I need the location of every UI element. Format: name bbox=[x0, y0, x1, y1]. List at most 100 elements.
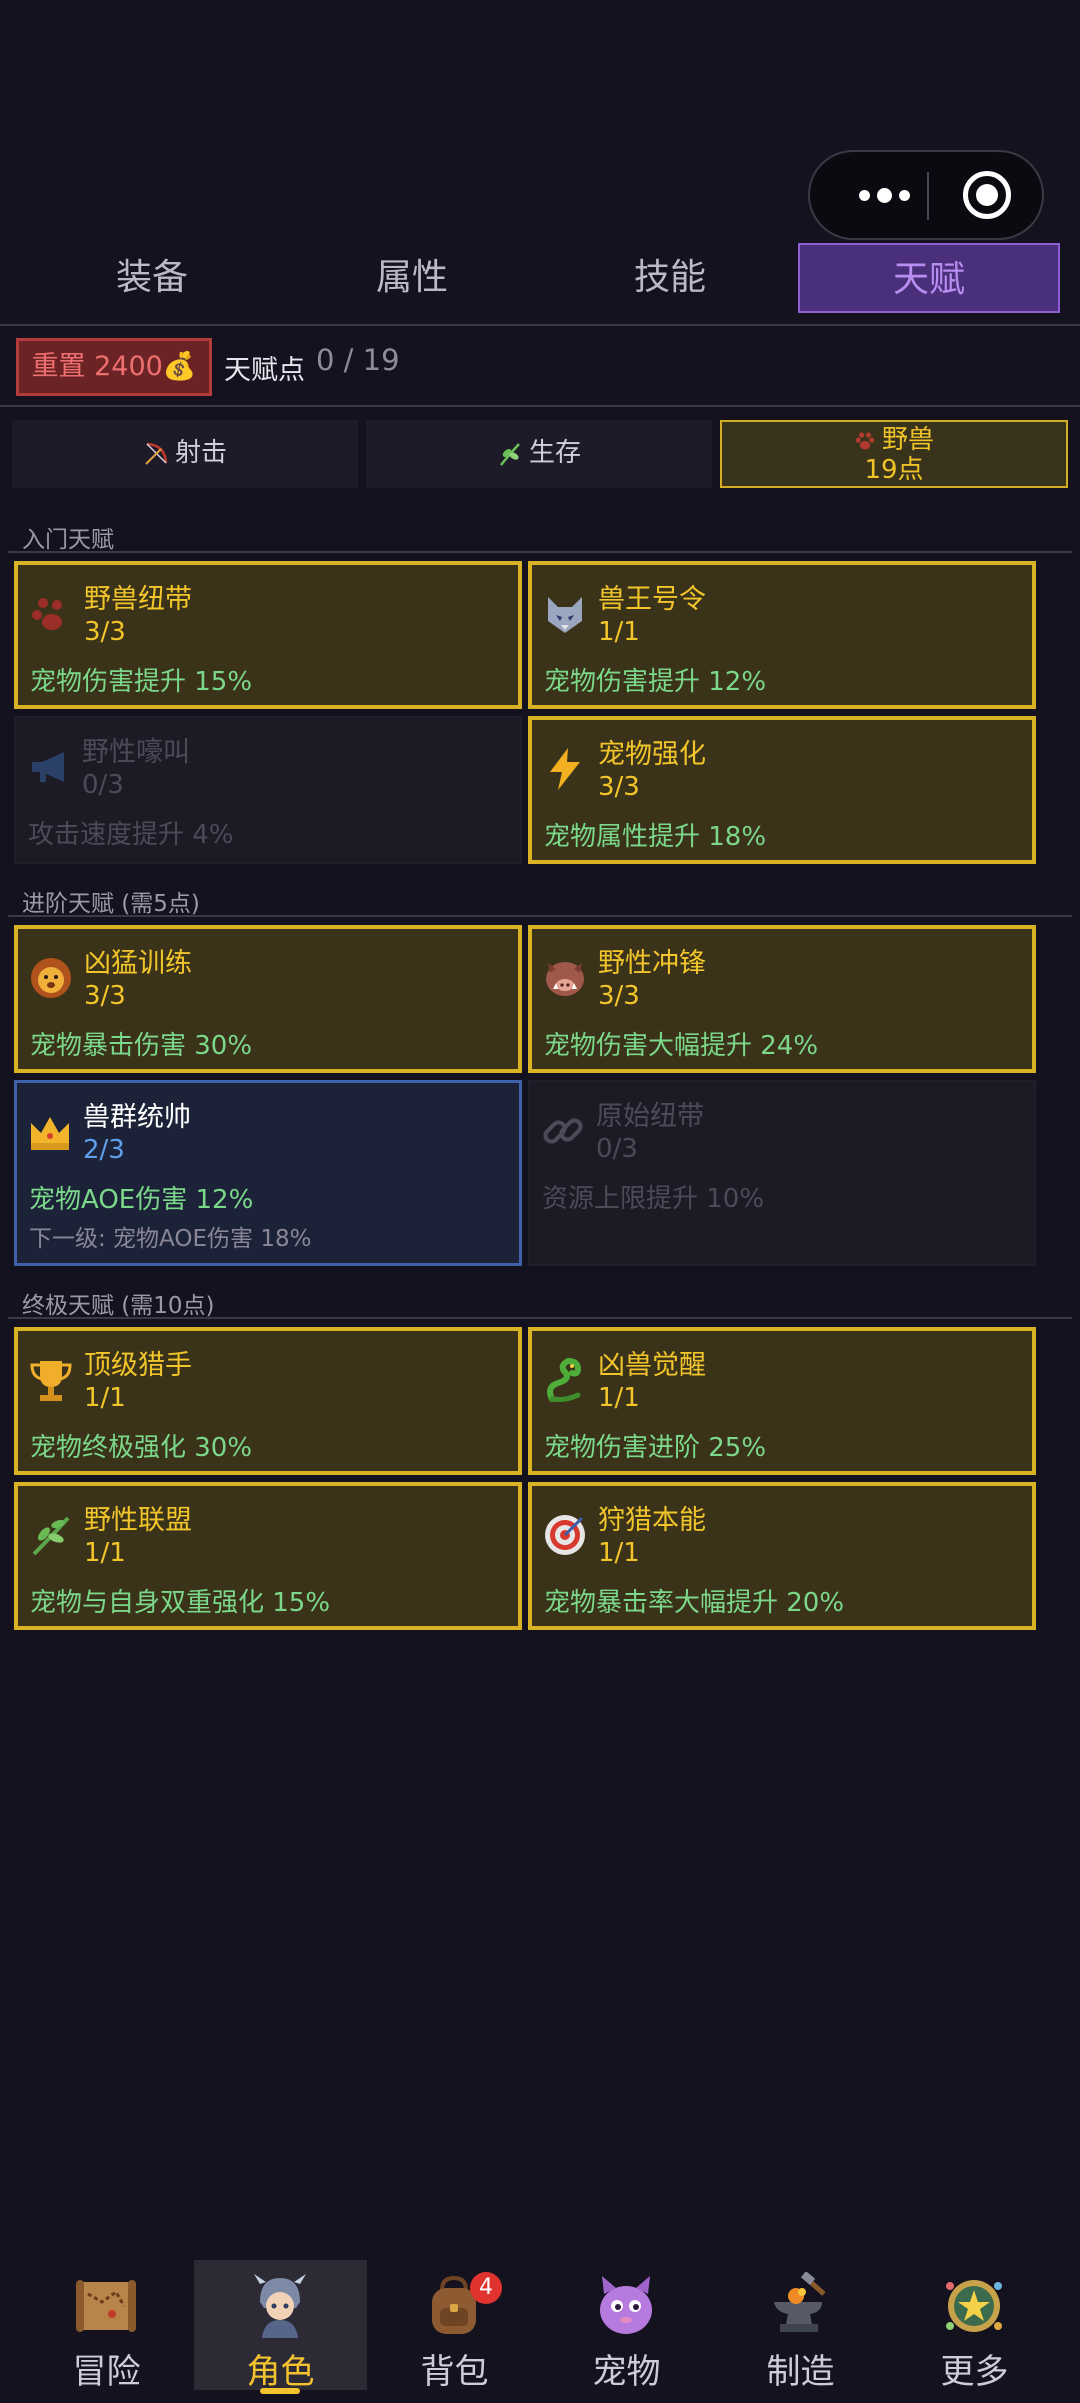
nav-label: 冒险 bbox=[72, 2352, 141, 2392]
talent-card-pet-boost[interactable]: 宠物强化 3/3 宠物属性提升 18% bbox=[528, 716, 1036, 864]
close-target-icon[interactable] bbox=[963, 171, 1011, 219]
anvil-icon bbox=[774, 2272, 826, 2332]
paw-icon bbox=[32, 598, 62, 630]
subtab-beast-points: 19点 bbox=[864, 455, 924, 485]
talent-desc: 宠物伤害大幅提升 24% bbox=[544, 1031, 819, 1061]
section-title-advanced: 进阶天赋 (需5点) bbox=[22, 891, 200, 917]
talent-desc: 宠物终极强化 30% bbox=[30, 1433, 253, 1463]
talent-card-beast-king[interactable]: 兽王号令 1/1 宠物伤害提升 12% bbox=[528, 561, 1036, 709]
nav-bag[interactable]: 4 背包 bbox=[368, 2260, 541, 2392]
talent-name: 凶兽觉醒 bbox=[598, 1350, 706, 1381]
subtab-shoot-label: 射击 bbox=[174, 438, 227, 468]
talent-points-label: 天赋点 bbox=[224, 355, 305, 386]
trophy-icon bbox=[30, 1361, 72, 1401]
subtab-beast[interactable]: 野兽 19点 bbox=[720, 420, 1068, 488]
wolf-icon bbox=[548, 597, 582, 633]
talent-name: 兽王号令 bbox=[598, 584, 706, 615]
capsule-divider bbox=[927, 172, 929, 220]
talent-card-fierce-training[interactable]: 凶猛训练 3/3 宠物暴击伤害 30% bbox=[14, 925, 522, 1073]
talent-name: 宠物强化 bbox=[598, 739, 706, 770]
talent-level: 1/1 bbox=[598, 1538, 640, 1568]
talent-level: 0/3 bbox=[596, 1134, 638, 1164]
dragon-icon bbox=[547, 1357, 582, 1402]
talent-desc: 宠物暴击伤害 30% bbox=[30, 1031, 253, 1061]
target-icon bbox=[545, 1515, 585, 1555]
talent-desc: 资源上限提升 10% bbox=[542, 1184, 765, 1214]
talent-level: 1/1 bbox=[598, 1383, 640, 1413]
map-scroll-icon bbox=[76, 2280, 136, 2332]
nav-more[interactable]: 更多 bbox=[888, 2260, 1061, 2392]
talent-name: 兽群统帅 bbox=[83, 1102, 191, 1133]
nav-adventure[interactable]: 冒险 bbox=[20, 2260, 193, 2392]
talent-name: 狩猎本能 bbox=[598, 1505, 706, 1536]
talent-card-wild-howl[interactable]: 野性嚎叫 0/3 攻击速度提升 4% bbox=[14, 716, 522, 864]
nav-label: 角色 bbox=[246, 2352, 315, 2392]
herb-icon bbox=[32, 1516, 70, 1556]
talent-desc: 宠物属性提升 18% bbox=[544, 822, 767, 852]
talent-card-wild-alliance[interactable]: 野性联盟 1/1 宠物与自身双重强化 15% bbox=[14, 1482, 522, 1630]
section-title-basic: 入门天赋 bbox=[22, 527, 114, 553]
tab-skills[interactable]: 技能 bbox=[556, 243, 784, 313]
active-indicator bbox=[260, 2388, 300, 2394]
talent-level: 1/1 bbox=[84, 1383, 126, 1413]
lightning-icon bbox=[550, 748, 580, 790]
subtab-beast-label: 野兽 bbox=[881, 425, 934, 455]
more-dots-icon[interactable] bbox=[844, 152, 924, 238]
nav-label: 宠物 bbox=[592, 2352, 661, 2392]
talent-name: 凶猛训练 bbox=[84, 948, 192, 979]
talent-level: 0/3 bbox=[82, 770, 124, 800]
talent-card-beast-bond[interactable]: 野兽纽带 3/3 宠物伤害提升 15% bbox=[14, 561, 522, 709]
talent-card-wild-charge[interactable]: 野性冲锋 3/3 宠物伤害大幅提升 24% bbox=[528, 925, 1036, 1073]
paw-icon bbox=[855, 432, 875, 449]
nav-label: 背包 bbox=[420, 2352, 489, 2392]
talent-card-pack-leader[interactable]: 兽群统帅 2/3 宠物AOE伤害 12% 下一级: 宠物AOE伤害 18% bbox=[14, 1080, 522, 1266]
nav-pet[interactable]: 宠物 bbox=[540, 2260, 713, 2392]
bottom-navigation: 冒险 角色 4 背包 宠物 制造 更多 bbox=[0, 2250, 1080, 2403]
talent-desc: 宠物伤害提升 15% bbox=[30, 667, 253, 697]
talent-desc: 攻击速度提升 4% bbox=[28, 820, 234, 850]
talent-name: 野兽纽带 bbox=[84, 584, 192, 615]
chain-icon bbox=[543, 1118, 583, 1144]
talent-name: 野性嚎叫 bbox=[82, 737, 190, 768]
talent-desc: 宠物伤害提升 12% bbox=[544, 667, 767, 697]
tab-talents[interactable]: 天赋 bbox=[798, 243, 1060, 313]
talent-level: 3/3 bbox=[84, 617, 126, 647]
section-divider bbox=[8, 915, 1072, 917]
tab-attributes[interactable]: 属性 bbox=[298, 243, 526, 313]
talent-points-value: 0 / 19 bbox=[316, 343, 400, 377]
talent-name: 野性冲锋 bbox=[598, 948, 706, 979]
tabs-divider bbox=[0, 324, 1080, 326]
miniprogram-capsule bbox=[808, 150, 1044, 240]
nav-label: 制造 bbox=[766, 2352, 835, 2392]
talent-level: 2/3 bbox=[83, 1135, 125, 1165]
bow-icon bbox=[145, 442, 168, 465]
nav-character[interactable]: 角色 bbox=[194, 2260, 367, 2394]
row-divider bbox=[0, 405, 1080, 407]
subtab-shoot[interactable]: 射击 bbox=[12, 420, 358, 488]
talent-level: 3/3 bbox=[598, 772, 640, 802]
talent-card-primal-bond[interactable]: 原始纽带 0/3 资源上限提升 10% bbox=[528, 1080, 1036, 1266]
talent-level: 3/3 bbox=[598, 981, 640, 1011]
talent-name: 原始纽带 bbox=[596, 1101, 704, 1132]
pet-monster-icon bbox=[600, 2276, 652, 2334]
talent-level: 1/1 bbox=[84, 1538, 126, 1568]
talent-name: 野性联盟 bbox=[84, 1505, 192, 1536]
talent-level: 3/3 bbox=[84, 981, 126, 1011]
boar-icon bbox=[546, 962, 584, 996]
crown-icon bbox=[31, 1117, 69, 1150]
talent-name: 顶级猎手 bbox=[84, 1350, 192, 1381]
talent-level: 1/1 bbox=[598, 617, 640, 647]
section-divider bbox=[8, 1317, 1072, 1319]
reset-button[interactable]: 重置 2400💰 bbox=[16, 338, 212, 396]
talent-card-beast-awaken[interactable]: 凶兽觉醒 1/1 宠物伤害进阶 25% bbox=[528, 1327, 1036, 1475]
main-tabs: 装备 属性 技能 天赋 bbox=[0, 243, 1080, 325]
talent-card-top-hunter[interactable]: 顶级猎手 1/1 宠物终极强化 30% bbox=[14, 1327, 522, 1475]
subtab-survive[interactable]: 生存 bbox=[366, 420, 712, 488]
star-badge-icon bbox=[946, 2280, 1002, 2332]
talent-desc: 宠物与自身双重强化 15% bbox=[30, 1588, 331, 1618]
tab-equipment[interactable]: 装备 bbox=[38, 243, 266, 313]
nav-craft[interactable]: 制造 bbox=[714, 2260, 887, 2392]
section-title-ultimate: 终极天赋 (需10点) bbox=[22, 1293, 215, 1319]
talent-card-hunt-instinct[interactable]: 狩猎本能 1/1 宠物暴击率大幅提升 20% bbox=[528, 1482, 1036, 1630]
talent-next-level: 下一级: 宠物AOE伤害 18% bbox=[29, 1226, 312, 1252]
